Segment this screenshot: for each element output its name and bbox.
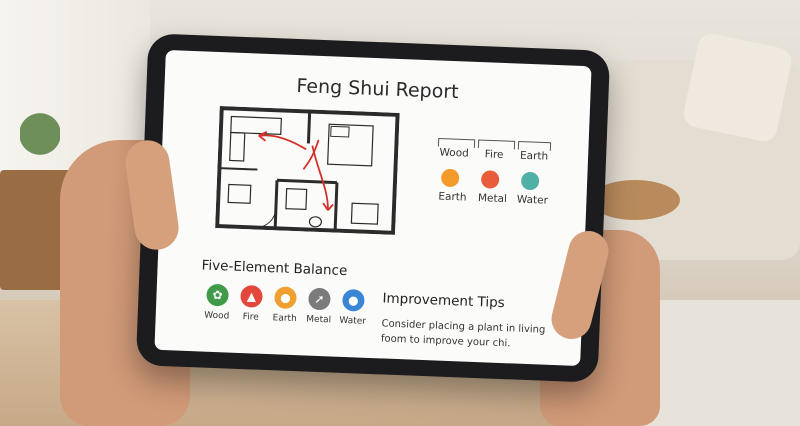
armchair-symbol [229,131,246,162]
door-swing-symbol [255,208,277,228]
floor-plan-outer-wall [215,106,400,235]
earth-circle-icon [440,168,460,188]
legend-earth-2: Earth [432,190,472,204]
floor-plan-wall [273,180,279,229]
floor-plan[interactable] [215,106,400,235]
metal-circle-icon [480,170,500,189]
element-earth[interactable]: ● Earth [268,286,303,324]
water-circle-icon [520,171,540,191]
improvement-tips-title: Improvement Tips [382,290,506,312]
improvement-tips-text: Consider placing a plant in living foom … [380,318,546,350]
floor-plan-wall [306,111,312,144]
drop-icon: ● [274,286,297,310]
element-wood-label: Wood [203,310,230,322]
legend-wood: Wood [434,146,474,160]
tablet-device: Feng Shui Report Wood Fire Earth Earth M… [135,33,611,383]
legend-water-label: Water [516,193,549,207]
element-fire[interactable]: ▲ Fire [234,284,269,323]
legend-fire: Fire [474,148,514,162]
element-water-label: Water [339,315,367,327]
floor-plan-wall [333,182,339,231]
pillow-symbol [330,125,350,138]
background-cushion [681,31,794,144]
toilet-symbol [308,216,323,228]
legend-earth: Earth [514,149,554,163]
legend-wood-label: Wood [439,146,470,160]
element-legend: Wood Fire Earth Earth Metal Water [432,134,555,219]
report-title: Feng Shui Report [296,74,460,104]
element-fire-label: Fire [242,312,259,323]
element-earth-label: Earth [272,313,297,325]
five-element-row: ✿ Wood ▲ Fire ● Earth ➚ Metal ● Water [199,283,375,332]
sofa-symbol [230,115,282,136]
bed-symbol [327,123,374,167]
bathtub-symbol [350,202,379,225]
legend-earth-label: Earth [519,149,549,163]
element-metal-label: Metal [306,314,332,326]
legend-earth-2-label: Earth [438,190,467,204]
flame-icon: ▲ [240,284,263,308]
arrow-icon: ➚ [308,287,331,311]
five-element-balance-title: Five-Element Balance [201,257,348,280]
element-water[interactable]: ● Water [335,288,370,327]
sink-symbol [285,188,308,211]
chi-flow-arrow [260,134,307,151]
tablet-screen: Feng Shui Report Wood Fire Earth Earth M… [154,49,592,367]
floor-plan-wall [276,178,338,185]
element-wood[interactable]: ✿ Wood [200,283,235,322]
legend-metal: Metal [472,192,512,206]
floor-plan-wall [219,167,258,171]
legend-metal-label: Metal [477,192,508,206]
legend-fire-label: Fire [484,148,504,161]
leaf-icon: ✿ [206,283,229,307]
chi-flow-arrow [302,139,320,170]
water-drop-icon: ● [342,288,365,312]
legend-water: Water [512,193,552,207]
background-plant [20,110,60,170]
table-symbol [227,183,252,204]
element-metal[interactable]: ➚ Metal [301,287,336,325]
